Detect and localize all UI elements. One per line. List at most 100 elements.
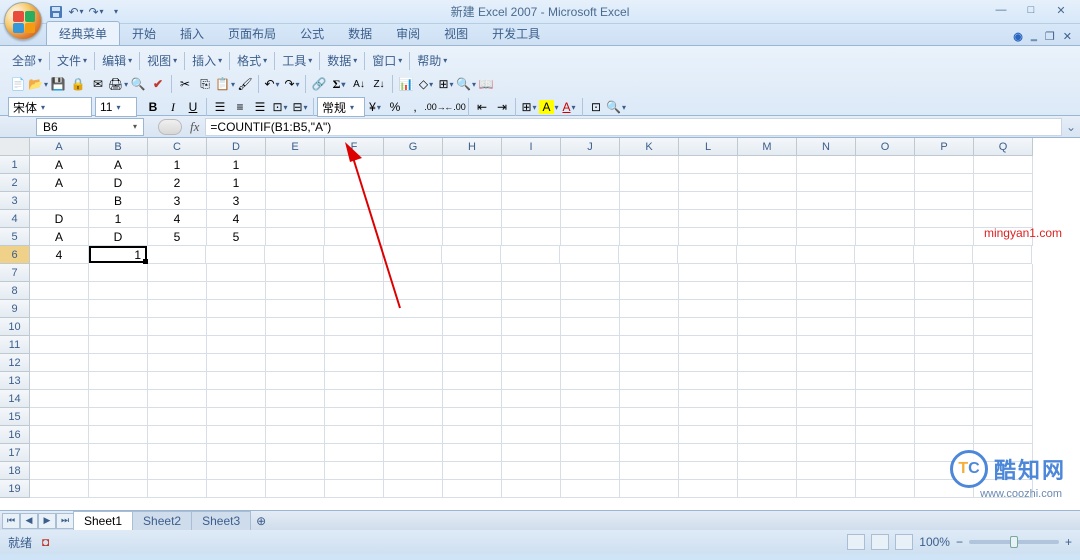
cell[interactable] <box>266 390 325 408</box>
cell[interactable] <box>856 264 915 282</box>
cell[interactable] <box>207 372 266 390</box>
cell[interactable] <box>738 174 797 192</box>
cell[interactable] <box>148 462 207 480</box>
cell[interactable] <box>30 318 89 336</box>
cell[interactable] <box>856 282 915 300</box>
maximize-button[interactable]: □ <box>1016 0 1046 20</box>
borders-icon[interactable]: ⊞▾ <box>519 97 539 117</box>
cell[interactable] <box>974 390 1033 408</box>
cell[interactable] <box>30 462 89 480</box>
cell[interactable] <box>384 228 443 246</box>
tab-home[interactable]: 开始 <box>120 22 168 45</box>
align-right-icon[interactable]: ☰ <box>250 97 270 117</box>
merge-icon[interactable]: ⊡▾ <box>270 97 290 117</box>
cell[interactable] <box>620 372 679 390</box>
autosum-icon[interactable]: Σ▾ <box>329 74 349 94</box>
cell[interactable] <box>148 408 207 426</box>
cell[interactable] <box>678 246 737 264</box>
column-header[interactable]: B <box>89 138 148 156</box>
cell[interactable] <box>738 264 797 282</box>
cell[interactable] <box>679 354 738 372</box>
cell[interactable]: 1 <box>207 174 266 192</box>
cell[interactable] <box>797 462 856 480</box>
cell[interactable] <box>620 462 679 480</box>
underline-icon[interactable]: U <box>183 97 203 117</box>
cell[interactable] <box>266 408 325 426</box>
find-icon[interactable]: 🔍▾ <box>606 97 626 117</box>
cell[interactable] <box>325 462 384 480</box>
cell[interactable] <box>207 264 266 282</box>
cell[interactable] <box>443 192 502 210</box>
cell[interactable] <box>207 336 266 354</box>
cell[interactable] <box>620 228 679 246</box>
cell[interactable] <box>502 156 561 174</box>
cell[interactable] <box>443 174 502 192</box>
cell[interactable] <box>561 300 620 318</box>
tab-data[interactable]: 数据 <box>336 22 384 45</box>
cell[interactable] <box>502 264 561 282</box>
cell[interactable] <box>266 426 325 444</box>
select-all-button[interactable] <box>0 138 30 156</box>
cell[interactable] <box>561 480 620 498</box>
cell[interactable] <box>148 480 207 498</box>
cell[interactable] <box>325 354 384 372</box>
cell[interactable] <box>679 336 738 354</box>
cell[interactable] <box>974 300 1033 318</box>
cell[interactable] <box>207 408 266 426</box>
cell[interactable] <box>856 228 915 246</box>
cell[interactable] <box>207 462 266 480</box>
cell[interactable] <box>148 390 207 408</box>
cell[interactable] <box>266 300 325 318</box>
cell[interactable] <box>856 354 915 372</box>
cell[interactable] <box>443 354 502 372</box>
cell[interactable] <box>443 210 502 228</box>
view-pagebreak-icon[interactable] <box>895 534 913 550</box>
cell[interactable] <box>207 300 266 318</box>
cell[interactable] <box>443 264 502 282</box>
cell[interactable] <box>915 318 974 336</box>
cell[interactable] <box>560 246 619 264</box>
cell[interactable]: 4 <box>207 210 266 228</box>
cell[interactable] <box>325 174 384 192</box>
row-header[interactable]: 18 <box>0 462 30 480</box>
cell[interactable] <box>915 228 974 246</box>
cell[interactable] <box>89 264 148 282</box>
spreadsheet-grid[interactable]: ABCDEFGHIJKLMNOPQ 1234567891011121314151… <box>0 138 1080 510</box>
cell[interactable] <box>148 318 207 336</box>
column-header[interactable]: D <box>207 138 266 156</box>
cell[interactable] <box>561 426 620 444</box>
tab-developer[interactable]: 开发工具 <box>480 22 552 45</box>
row-header[interactable]: 7 <box>0 264 30 282</box>
cell[interactable] <box>502 174 561 192</box>
cell[interactable] <box>207 480 266 498</box>
new-icon[interactable]: 📄 <box>8 74 28 94</box>
research-icon[interactable]: 📖 <box>476 74 496 94</box>
doc-restore-icon[interactable]: ❐ <box>1045 30 1055 43</box>
cell[interactable] <box>148 336 207 354</box>
doc-minimize-icon[interactable]: ‗ <box>1031 30 1037 43</box>
cell[interactable] <box>856 372 915 390</box>
cell[interactable]: 1 <box>148 156 207 174</box>
cell[interactable] <box>207 318 266 336</box>
cell[interactable] <box>856 336 915 354</box>
cell[interactable]: 5 <box>148 228 207 246</box>
cell[interactable] <box>679 210 738 228</box>
cell[interactable] <box>325 318 384 336</box>
cell[interactable] <box>856 300 915 318</box>
cell[interactable] <box>384 300 443 318</box>
sheet-tab-2[interactable]: Sheet2 <box>132 511 192 530</box>
cell[interactable] <box>502 480 561 498</box>
cell[interactable] <box>620 210 679 228</box>
cell[interactable] <box>738 336 797 354</box>
cell[interactable] <box>620 156 679 174</box>
row-header[interactable]: 4 <box>0 210 30 228</box>
name-box[interactable]: B6▾ <box>36 118 144 136</box>
cell[interactable] <box>561 462 620 480</box>
increase-indent-icon[interactable]: ⇥ <box>492 97 512 117</box>
cell[interactable] <box>30 300 89 318</box>
cell[interactable] <box>89 300 148 318</box>
cell[interactable] <box>501 246 560 264</box>
menu-view[interactable]: 视图▾ <box>143 50 181 71</box>
row-header[interactable]: 3 <box>0 192 30 210</box>
cell[interactable] <box>620 480 679 498</box>
